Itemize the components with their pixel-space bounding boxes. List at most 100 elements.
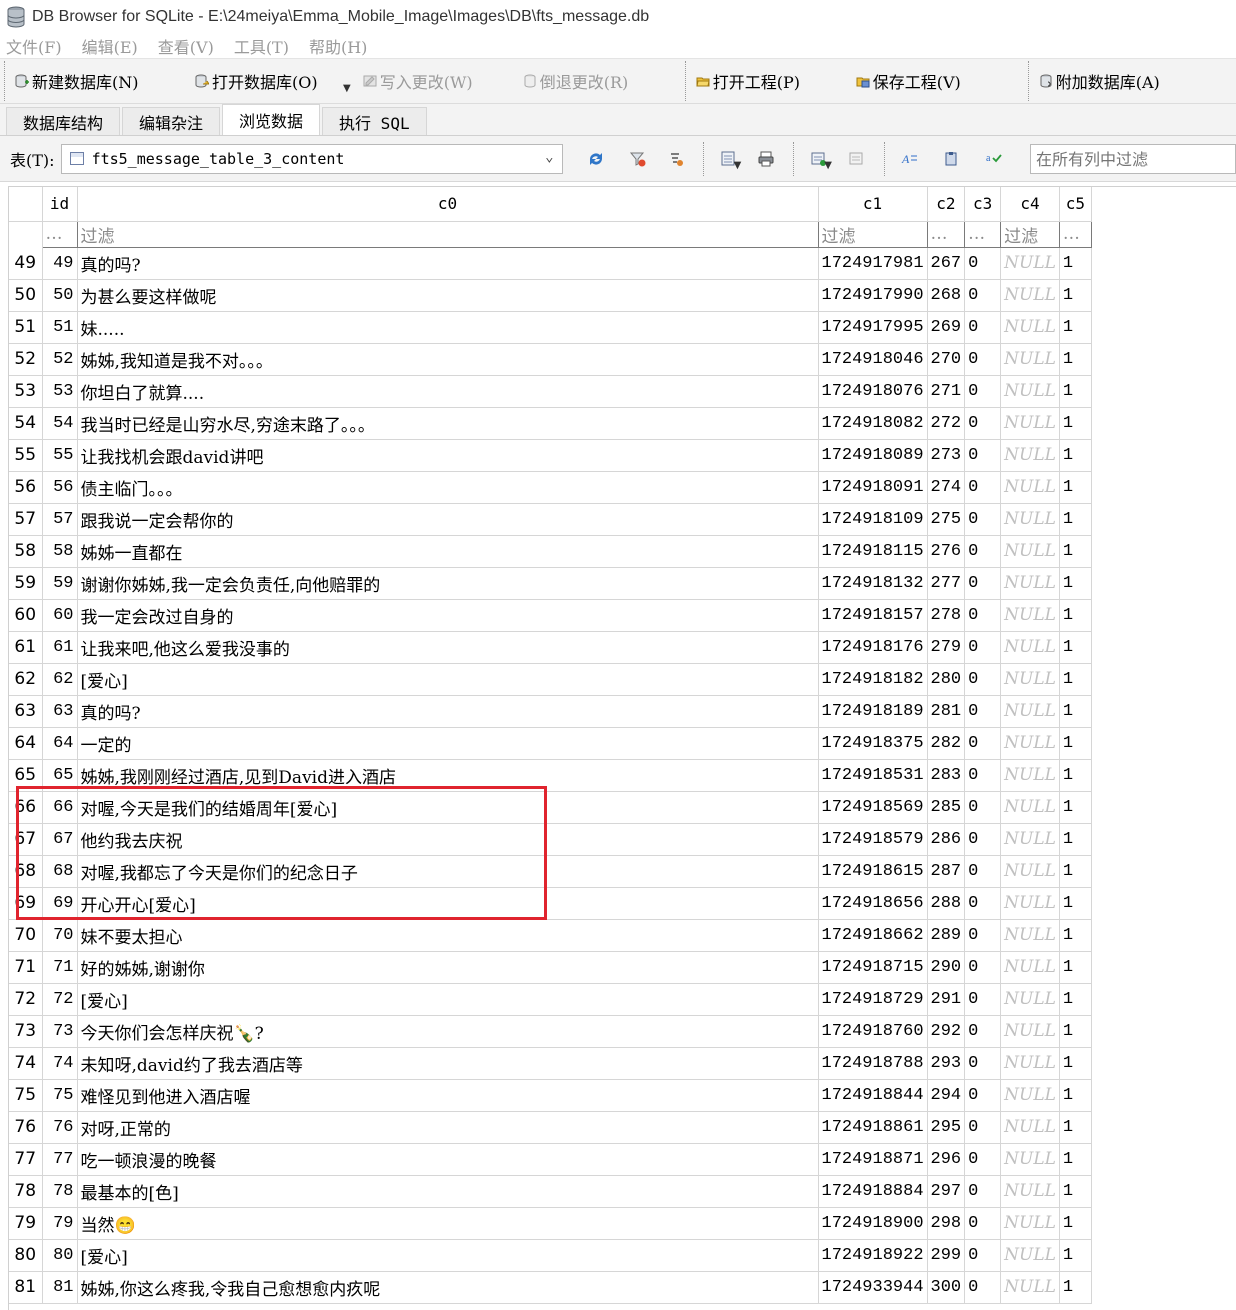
- row-number[interactable]: 73: [9, 1015, 43, 1048]
- cell-c2[interactable]: 294: [927, 1079, 966, 1112]
- cell-c0[interactable]: 姊姊,我刚刚经过酒店,见到David进入酒店: [77, 759, 819, 792]
- menu-help[interactable]: 帮助(H): [309, 34, 367, 58]
- tab-execute-sql[interactable]: 执行 SQL: [322, 107, 427, 135]
- cell-c5[interactable]: 1: [1059, 1175, 1092, 1208]
- open-database-button[interactable]: 打开数据库(O): [191, 64, 341, 98]
- filter-c1[interactable]: 过滤: [817, 220, 928, 248]
- cell-c5[interactable]: 1: [1059, 919, 1092, 952]
- cell-c5[interactable]: 1: [1059, 1143, 1092, 1176]
- cell-c3[interactable]: 0: [964, 695, 1002, 728]
- cell-c4[interactable]: NULL: [1000, 1047, 1060, 1080]
- table-row[interactable]: 56 56 债主临门。。。 1724918091 274 0 NULL 1: [9, 471, 1092, 504]
- row-number[interactable]: 65: [9, 759, 43, 792]
- insert-record-dropdown-icon[interactable]: ▼: [824, 160, 832, 171]
- cell-c0[interactable]: 为甚么要这样做呢: [77, 279, 819, 312]
- cell-id[interactable]: 72: [42, 983, 78, 1016]
- cell-c3[interactable]: 0: [964, 1271, 1002, 1304]
- cell-c5[interactable]: 1: [1059, 407, 1092, 440]
- cell-c4[interactable]: NULL: [1000, 503, 1060, 536]
- cell-c4[interactable]: NULL: [1000, 1079, 1060, 1112]
- cell-c1[interactable]: 1724918109: [818, 503, 928, 536]
- sort-icon[interactable]: [667, 150, 685, 168]
- cell-c2[interactable]: 287: [927, 855, 966, 888]
- cell-c3[interactable]: 0: [964, 759, 1002, 792]
- cell-c1[interactable]: 1724918182: [818, 663, 928, 696]
- corner-cell[interactable]: [9, 187, 43, 222]
- cell-c1[interactable]: 1724933944: [818, 1271, 928, 1304]
- cell-c1[interactable]: 1724918715: [818, 951, 928, 984]
- table-row[interactable]: 71 71 好的姊姊,谢谢你 1724918715 290 0 NULL 1: [9, 951, 1092, 984]
- cell-id[interactable]: 75: [42, 1079, 78, 1112]
- cell-c0[interactable]: 妹不要太担心: [77, 919, 819, 952]
- cell-c0[interactable]: 谢谢你姊姊,我一定会负责任,向他赔罪的: [77, 567, 819, 600]
- cell-c5[interactable]: 1: [1059, 471, 1092, 504]
- open-project-button[interactable]: 打开工程(P): [692, 64, 852, 98]
- table-row[interactable]: 57 57 跟我说一定会帮你的 1724918109 275 0 NULL 1: [9, 503, 1092, 536]
- filter-c2[interactable]: …: [926, 220, 966, 248]
- table-row[interactable]: 60 60 我一定会改过自身的 1724918157 278 0 NULL 1: [9, 599, 1092, 632]
- cell-id[interactable]: 77: [42, 1143, 78, 1176]
- row-number[interactable]: 53: [9, 375, 43, 408]
- cell-c3[interactable]: 0: [964, 887, 1002, 920]
- row-number[interactable]: 50: [9, 279, 43, 312]
- cell-c0[interactable]: 我一定会改过自身的: [77, 599, 819, 632]
- cell-c3[interactable]: 0: [964, 471, 1002, 504]
- cell-c0[interactable]: 让我找机会跟david讲吧: [77, 439, 819, 472]
- cell-c5[interactable]: 1: [1059, 247, 1092, 280]
- cell-c4[interactable]: NULL: [1000, 535, 1060, 568]
- cell-c1[interactable]: 1724918922: [818, 1239, 928, 1272]
- cell-c0[interactable]: 妹.....: [77, 311, 819, 344]
- cell-c3[interactable]: 0: [964, 631, 1002, 664]
- row-number[interactable]: 78: [9, 1175, 43, 1208]
- new-database-button[interactable]: 新建数据库(N): [11, 64, 191, 98]
- cell-c3[interactable]: 0: [964, 1175, 1002, 1208]
- cell-c4[interactable]: NULL: [1000, 951, 1060, 984]
- table-row[interactable]: 72 72 [爱心] 1724918729 291 0 NULL 1: [9, 983, 1092, 1016]
- cell-c5[interactable]: 1: [1059, 1111, 1092, 1144]
- cell-c2[interactable]: 279: [927, 631, 966, 664]
- cell-c3[interactable]: 0: [964, 663, 1002, 696]
- cell-c1[interactable]: 1724918046: [818, 343, 928, 376]
- cell-id[interactable]: 73: [42, 1015, 78, 1048]
- row-number[interactable]: 81: [9, 1271, 43, 1304]
- cell-c1[interactable]: 1724917995: [818, 311, 928, 344]
- row-number[interactable]: 75: [9, 1079, 43, 1112]
- cell-c5[interactable]: 1: [1059, 983, 1092, 1016]
- cell-id[interactable]: 62: [42, 663, 78, 696]
- cell-c3[interactable]: 0: [964, 311, 1002, 344]
- column-header-id[interactable]: id: [42, 187, 78, 222]
- cell-c5[interactable]: 1: [1059, 855, 1092, 888]
- row-number[interactable]: 61: [9, 631, 43, 664]
- row-number[interactable]: 52: [9, 343, 43, 376]
- cell-c3[interactable]: 0: [964, 791, 1002, 824]
- row-number[interactable]: 66: [9, 791, 43, 824]
- cell-c3[interactable]: 0: [964, 855, 1002, 888]
- cell-id[interactable]: 70: [42, 919, 78, 952]
- filter-id[interactable]: …: [41, 220, 78, 248]
- cell-c5[interactable]: 1: [1059, 439, 1092, 472]
- filter-c0[interactable]: 过滤: [76, 220, 819, 248]
- cell-c4[interactable]: NULL: [1000, 1111, 1060, 1144]
- cell-id[interactable]: 81: [42, 1271, 78, 1304]
- cell-c4[interactable]: NULL: [1000, 1239, 1060, 1272]
- cell-c1[interactable]: 1724918176: [818, 631, 928, 664]
- cell-c4[interactable]: NULL: [1000, 407, 1060, 440]
- table-row[interactable]: 62 62 [爱心] 1724918182 280 0 NULL 1: [9, 663, 1092, 696]
- table-row[interactable]: 67 67 他约我去庆祝 1724918579 286 0 NULL 1: [9, 823, 1092, 856]
- cell-id[interactable]: 53: [42, 375, 78, 408]
- delete-record-icon[interactable]: [848, 150, 866, 168]
- cell-c0[interactable]: [爱心]: [77, 1239, 819, 1272]
- cell-c0[interactable]: 一定的: [77, 727, 819, 760]
- cell-c3[interactable]: 0: [964, 1015, 1002, 1048]
- tab-database-structure[interactable]: 数据库结构: [6, 107, 121, 135]
- table-row[interactable]: 55 55 让我找机会跟david讲吧 1724918089 273 0 NULL 1: [9, 439, 1092, 472]
- cell-id[interactable]: 56: [42, 471, 78, 504]
- cell-c4[interactable]: NULL: [1000, 1175, 1060, 1208]
- cell-id[interactable]: 54: [42, 407, 78, 440]
- cell-c0[interactable]: 你坦白了就算....: [77, 375, 819, 408]
- cell-c0[interactable]: 真的吗?: [77, 695, 819, 728]
- cell-c4[interactable]: NULL: [1000, 919, 1060, 952]
- table-row[interactable]: 80 80 [爱心] 1724918922 299 0 NULL 1: [9, 1239, 1092, 1272]
- cell-id[interactable]: 64: [42, 727, 78, 760]
- menu-tools[interactable]: 工具(T): [234, 34, 289, 58]
